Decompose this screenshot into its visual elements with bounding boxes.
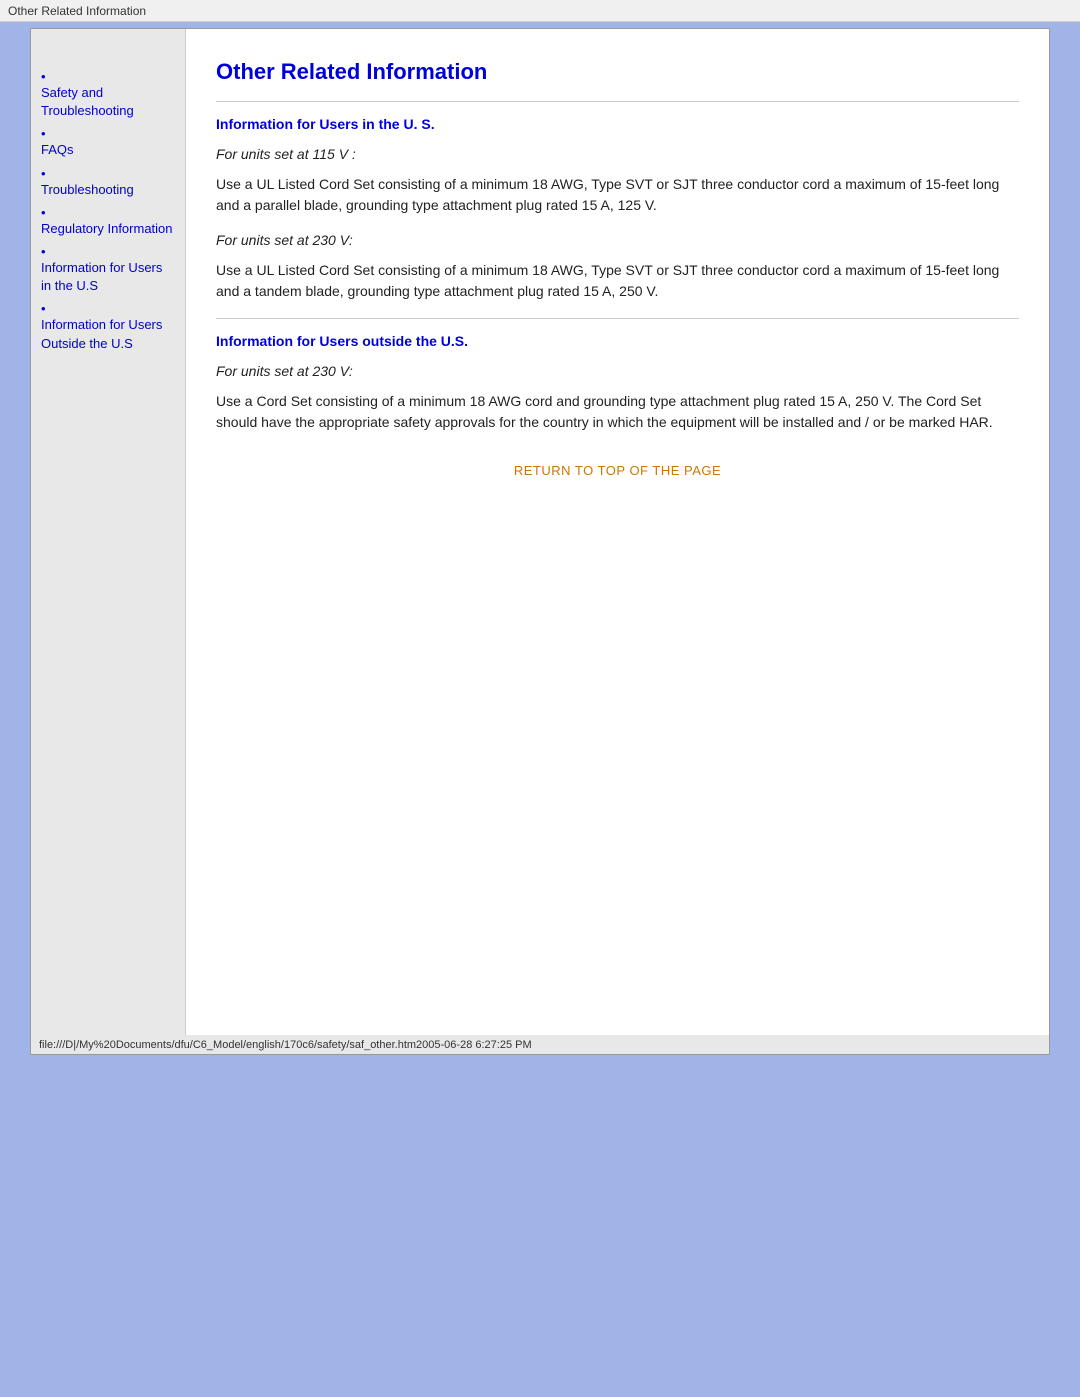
sidebar-link-info-outside[interactable]: Information for Users Outside the U.S (41, 316, 175, 352)
main-content: Other Related Information Information fo… (186, 29, 1049, 1036)
sidebar: Safety and Troubleshooting FAQs Troubles… (31, 29, 186, 1036)
section2-italic1: For units set at 230 V: (216, 363, 1019, 379)
section1-body2: Use a UL Listed Cord Set consisting of a… (216, 260, 1019, 302)
sidebar-link-faqs[interactable]: FAQs (41, 141, 175, 159)
sidebar-link-info-us[interactable]: Information for Users in the U.S (41, 259, 175, 295)
status-bar: file:///D|/My%20Documents/dfu/C6_Model/e… (30, 1035, 1050, 1055)
browser-window: Safety and Troubleshooting FAQs Troubles… (30, 28, 1050, 1037)
sidebar-item-info-us[interactable]: Information for Users in the U.S (41, 244, 175, 295)
divider-middle (216, 318, 1019, 319)
return-to-top-link[interactable]: RETURN TO TOP OF THE PAGE (216, 463, 1019, 478)
section1-italic1: For units set at 115 V : (216, 146, 1019, 162)
section2-body1: Use a Cord Set consisting of a minimum 1… (216, 391, 1019, 433)
section1-italic2: For units set at 230 V: (216, 232, 1019, 248)
title-bar: Other Related Information (0, 0, 1080, 22)
title-bar-text: Other Related Information (8, 4, 146, 18)
browser-content: Safety and Troubleshooting FAQs Troubles… (31, 29, 1049, 1036)
page-title: Other Related Information (216, 59, 1019, 85)
section1-body1: Use a UL Listed Cord Set consisting of a… (216, 174, 1019, 216)
sidebar-item-safety[interactable]: Safety and Troubleshooting (41, 69, 175, 120)
section1-heading: Information for Users in the U. S. (216, 116, 1019, 132)
sidebar-link-troubleshooting[interactable]: Troubleshooting (41, 181, 175, 199)
section2-heading: Information for Users outside the U.S. (216, 333, 1019, 349)
divider-top (216, 101, 1019, 102)
sidebar-item-regulatory[interactable]: Regulatory Information (41, 205, 175, 238)
sidebar-link-safety[interactable]: Safety and Troubleshooting (41, 84, 175, 120)
sidebar-item-info-outside[interactable]: Information for Users Outside the U.S (41, 301, 175, 352)
status-bar-text: file:///D|/My%20Documents/dfu/C6_Model/e… (39, 1039, 532, 1051)
sidebar-link-regulatory[interactable]: Regulatory Information (41, 220, 175, 238)
sidebar-item-troubleshooting[interactable]: Troubleshooting (41, 166, 175, 199)
sidebar-item-faqs[interactable]: FAQs (41, 126, 175, 159)
